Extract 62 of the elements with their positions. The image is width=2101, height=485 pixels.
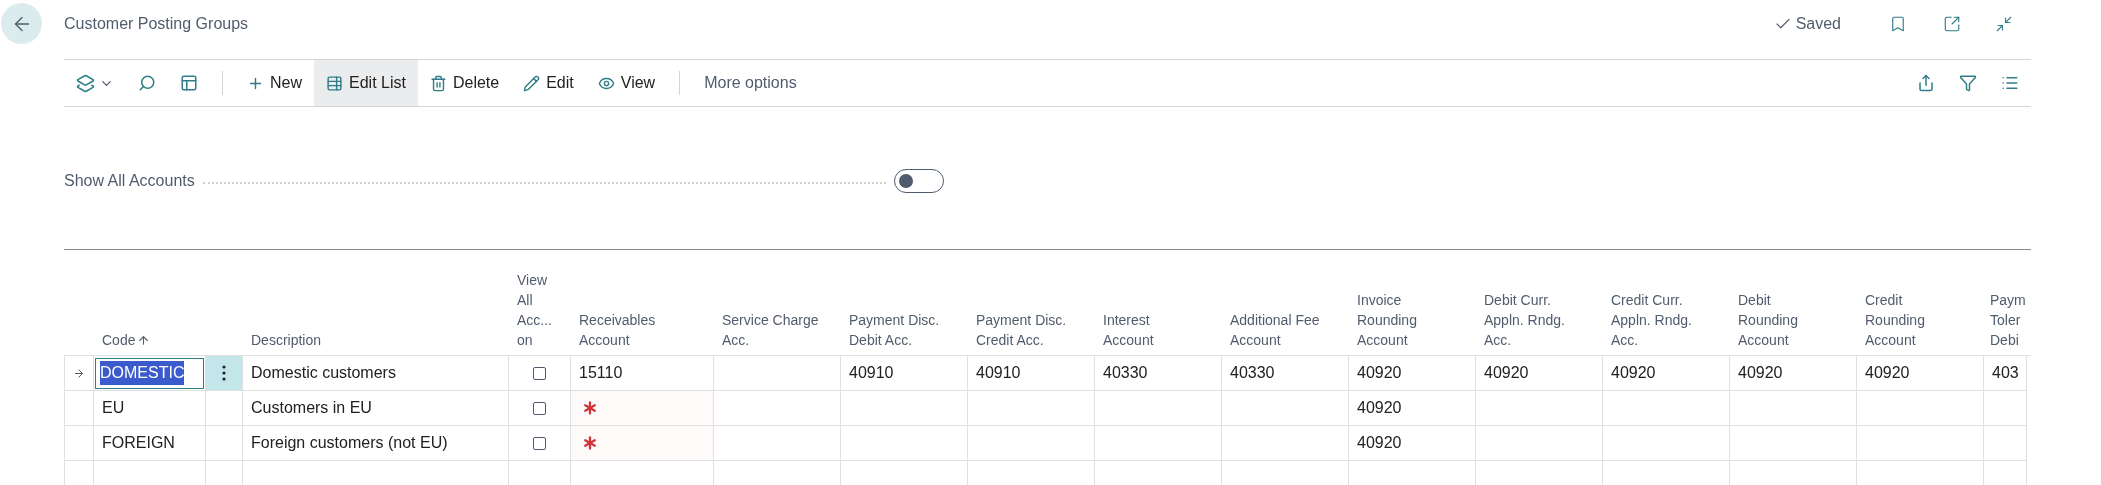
table-cell: 40920 [1730, 356, 1857, 391]
table-cell: 15110 [571, 356, 714, 391]
table-cell: 403 [1984, 356, 2027, 391]
row-menu-button[interactable] [222, 365, 226, 381]
table-cell: 40920 [1349, 391, 1476, 426]
toolbar-action[interactable]: View [585, 60, 668, 106]
page-title: Customer Posting Groups [64, 13, 249, 34]
column-header[interactable]: View All Acc... on [509, 250, 571, 355]
checkbox[interactable] [533, 366, 546, 380]
column-header[interactable]: Credit Curr. Appln. Rndg. Acc. [1603, 250, 1730, 355]
column-header[interactable]: Interest Account [1095, 250, 1222, 355]
table-cell: 40910 [841, 356, 968, 391]
overlapping-shapes-icon [76, 73, 95, 93]
trash-icon [429, 74, 447, 92]
table-cell-text: EU [101, 398, 126, 418]
column-header[interactable]: Service Charge Acc. [714, 250, 841, 355]
table-cell: 40330 [1222, 356, 1349, 391]
share-icon [1917, 74, 1935, 92]
column-header[interactable]: Debit Curr. Appln. Rndg. Acc. [1476, 250, 1603, 355]
pencil-icon [523, 74, 541, 92]
table-cell: 40920 [1349, 356, 1476, 391]
table-cell: Foreign customers (not EU) [243, 426, 509, 461]
table-cell: 40330 [1095, 356, 1222, 391]
column-header[interactable]: Receivables Account [571, 250, 714, 355]
open-new-window-icon [1943, 14, 1961, 33]
vertical-ellipsis-icon [222, 365, 226, 381]
table-cell: 40920 [1603, 356, 1730, 391]
bookmark-icon [1889, 14, 1907, 33]
more-options-button[interactable]: More options [692, 60, 809, 106]
table-edit-icon [326, 74, 343, 92]
checkbox[interactable] [533, 436, 546, 450]
toggle-label: Show All Accounts [64, 171, 195, 191]
table-cell: 40910 [968, 356, 1095, 391]
table-cell: Domestic customers [243, 356, 509, 391]
checkbox[interactable] [533, 401, 546, 415]
column-header[interactable]: Payment Disc. Debit Acc. [841, 250, 968, 355]
column-header[interactable]: Credit Rounding Account [1857, 250, 1984, 355]
table-cell: 40920 [1476, 356, 1603, 391]
search-icon [138, 74, 156, 92]
table-cell: 40920 [1857, 356, 1984, 391]
toolbar-action[interactable]: Delete [417, 60, 512, 106]
toggle-switch[interactable] [894, 169, 944, 193]
column-header[interactable]: Payment Disc. Credit Acc. [968, 250, 1095, 355]
table-cell-text: FOREIGN [101, 433, 176, 453]
table-cell: Customers in EU [243, 391, 509, 426]
table-cell: 40920 [1349, 426, 1476, 461]
column-header[interactable]: Invoice Rounding Account [1349, 250, 1476, 355]
column-header[interactable]: Code [94, 250, 206, 355]
collapse-icon [1995, 14, 2013, 33]
column-header[interactable]: Description [243, 250, 509, 355]
filter-icon [1959, 74, 1977, 92]
back-button[interactable] [1, 3, 42, 44]
list-icon [2001, 74, 2019, 92]
column-header[interactable]: Debit Rounding Account [1730, 250, 1857, 355]
toolbar-action[interactable]: New [235, 60, 314, 106]
toolbar-action[interactable]: Edit List [314, 60, 418, 106]
status-text: Saved [1795, 13, 1841, 34]
code-input-field[interactable]: DOMESTIC [95, 357, 204, 389]
column-header[interactable]: Paym Toler Debi [1984, 250, 2027, 355]
layout-icon [180, 74, 198, 92]
toolbar-action[interactable]: Edit [511, 60, 586, 106]
column-header[interactable]: Additional Fee Account [1222, 250, 1349, 355]
